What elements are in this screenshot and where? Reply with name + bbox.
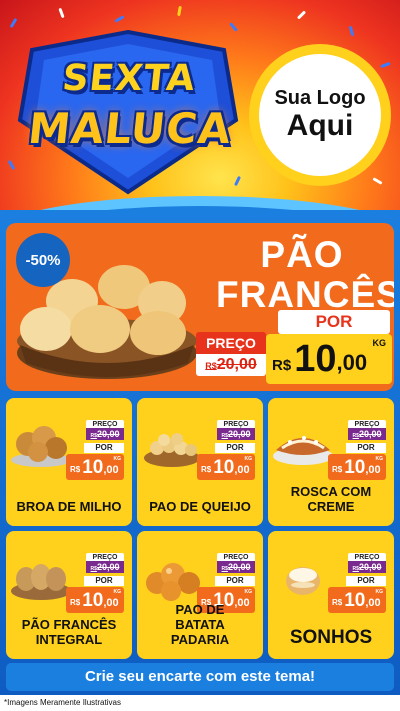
product-name: PAO DE QUEIJO <box>149 499 251 514</box>
featured-por-label: POR <box>278 310 390 334</box>
price-int: 10 <box>344 590 366 611</box>
unit: KG <box>375 456 384 462</box>
featured-price-dec: ,00 <box>336 350 368 375</box>
unit: KG <box>113 589 122 595</box>
price-int: 10 <box>82 457 104 478</box>
old-price-amount: 20,00 <box>216 356 257 373</box>
price-int: 10 <box>213 457 235 478</box>
price-box: KG R$ 10,00 <box>197 454 255 480</box>
old-price-currency: R$ <box>205 361 217 371</box>
currency: R$ <box>70 465 81 474</box>
preco-label: PREÇO <box>348 553 386 561</box>
discount-badge: -50% <box>16 233 70 287</box>
unit: KG <box>113 456 122 462</box>
product-name: BROA DE MILHO <box>16 499 122 514</box>
title-sexta: SEXTA <box>60 58 198 99</box>
confetti <box>9 17 18 29</box>
preco-label: PREÇO <box>217 420 255 428</box>
old-amount: 20,00 <box>358 562 382 572</box>
pao-integral-image <box>8 553 74 601</box>
confetti <box>380 61 391 69</box>
old-price: R$20,00 <box>86 428 124 440</box>
confetti <box>58 7 65 19</box>
featured-old-price: PREÇO R$20,00 <box>196 332 266 376</box>
featured-name-line2: FRANCÊS <box>216 274 394 315</box>
featured-currency: R$ <box>272 357 292 374</box>
product-card[interactable]: PREÇO R$20,00 POR KG R$ 10,00 SONHOS <box>268 531 394 659</box>
price-dec: ,00 <box>234 464 250 476</box>
por-label: POR <box>215 576 255 586</box>
old-price: R$20,00 <box>348 561 386 573</box>
unit: KG <box>375 589 384 595</box>
pao-batata-image <box>139 553 205 601</box>
featured-name-line1: PÃO <box>260 234 344 275</box>
old-amount: 20,00 <box>227 562 251 572</box>
old-price: R$20,00 <box>217 561 255 573</box>
por-label: POR <box>215 443 255 453</box>
price-int: 10 <box>82 590 104 611</box>
price-box: KG R$ 10,00 <box>66 587 124 613</box>
old-amount: 20,00 <box>227 429 251 439</box>
confetti <box>372 177 383 185</box>
featured-product-name: PÃO FRANCÊS <box>216 234 394 315</box>
broa-image <box>8 420 74 468</box>
old-price: R$20,00 <box>86 561 124 573</box>
por-label: POR <box>84 576 124 586</box>
currency: R$ <box>332 598 343 607</box>
featured-price: KG R$ 10 ,00 <box>266 334 392 384</box>
preco-label: PREÇO <box>348 420 386 428</box>
old-amount: 20,00 <box>96 429 120 439</box>
product-name: PAO DE BATATA PADARIA <box>170 602 230 647</box>
price-dec: ,00 <box>103 597 119 609</box>
por-label: POR <box>346 443 386 453</box>
currency: R$ <box>201 465 212 474</box>
confetti <box>177 5 182 17</box>
hero-banner: SEXTA MALUCA Sua Logo Aqui <box>0 0 400 222</box>
confetti <box>114 15 125 23</box>
logo-text-line2: Aqui <box>286 109 354 142</box>
featured-preco-label: PREÇO <box>196 332 266 354</box>
unit: KG <box>244 456 253 462</box>
featured-old-price-value: R$20,00 <box>196 354 266 376</box>
rosca-image <box>270 420 336 468</box>
old-price: R$20,00 <box>348 428 386 440</box>
product-card[interactable]: PREÇO R$20,00 POR KG R$ 10,00 PÃO FRANCÊS … <box>6 531 132 659</box>
price-box: KG R$ 10,00 <box>328 587 386 613</box>
product-card[interactable]: PREÇO R$20,00 POR KG R$ 10,00 PAO DE QUEIJ… <box>137 398 263 526</box>
price-dec: ,00 <box>103 464 119 476</box>
product-name: ROSCA COM CREME <box>290 484 372 514</box>
confetti <box>348 25 355 37</box>
old-price: R$20,00 <box>217 428 255 440</box>
price-int: 10 <box>344 457 366 478</box>
preco-label: PREÇO <box>86 553 124 561</box>
currency: R$ <box>70 598 81 607</box>
price-dec: ,00 <box>365 597 381 609</box>
preco-label: PREÇO <box>86 420 124 428</box>
product-card[interactable]: PREÇO R$20,00 POR KG R$ 10,00 ROSCA COM CR… <box>268 398 394 526</box>
price-box: KG R$ 10,00 <box>328 454 386 480</box>
disclaimer-text: *Imagens Meramente Ilustrativas <box>0 695 400 711</box>
product-name: SONHOS <box>289 627 373 648</box>
confetti <box>296 10 307 20</box>
price-box: KG R$ 10,00 <box>66 454 124 480</box>
old-amount: 20,00 <box>96 562 120 572</box>
product-card[interactable]: PREÇO R$20,00 POR KG R$ 10,00 PAO DE BATAT… <box>137 531 263 659</box>
por-label: POR <box>84 443 124 453</box>
price-dec: ,00 <box>365 464 381 476</box>
create-flyer-button[interactable]: Crie seu encarte com este tema! <box>6 663 394 691</box>
featured-price-int: 10 <box>294 338 337 380</box>
pao-de-queijo-image <box>139 420 205 468</box>
old-amount: 20,00 <box>358 429 382 439</box>
logo-text-line1: Sua Logo <box>274 87 366 109</box>
preco-label: PREÇO <box>217 553 255 561</box>
product-name: PÃO FRANCÊS INTEGRAL <box>21 617 117 647</box>
logo-placeholder[interactable]: Sua Logo Aqui <box>249 44 391 186</box>
unit: KG <box>244 589 253 595</box>
currency: R$ <box>332 465 343 474</box>
sonho-image <box>270 553 336 601</box>
title-maluca: MALUCA <box>25 104 235 153</box>
por-label: POR <box>346 576 386 586</box>
featured-unit: KG <box>372 338 387 348</box>
product-card[interactable]: PREÇO R$20,00 POR KG R$ 10,00 BROA DE MILH… <box>6 398 132 526</box>
